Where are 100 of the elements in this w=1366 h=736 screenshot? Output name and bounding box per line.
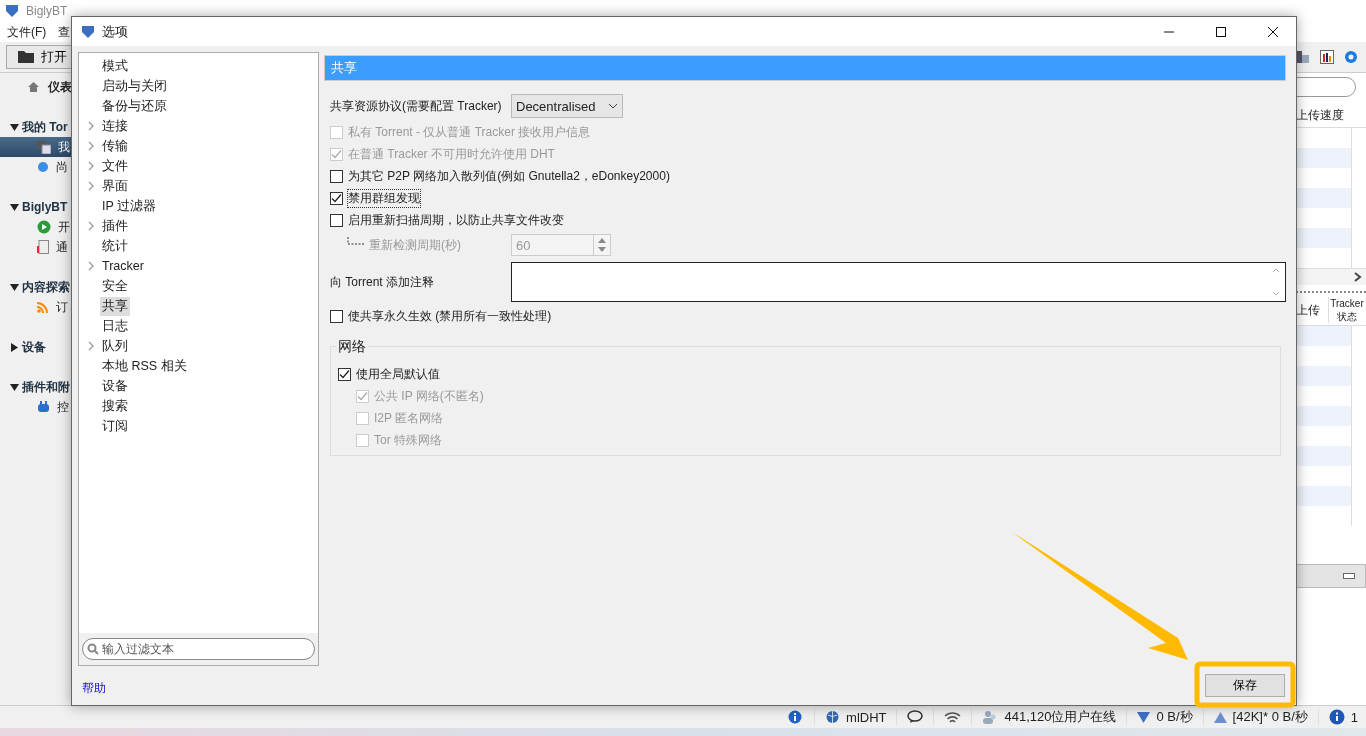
table-row[interactable] <box>1296 228 1352 248</box>
tree-item[interactable]: 传输 <box>100 136 130 156</box>
users-online: 441,120位用户在线 <box>1004 708 1117 726</box>
item-label: 我 <box>58 138 70 156</box>
section-label: BiglyBT <box>22 200 68 214</box>
sidebar-item[interactable]: 订 <box>0 297 72 317</box>
menu-item[interactable]: 文件(F) <box>7 23 47 41</box>
tree-item[interactable]: 搜索 <box>100 396 130 416</box>
checkbox-label[interactable]: 使共享永久生效 (禁用所有一致性处理) <box>347 306 553 326</box>
tree-item[interactable]: 模式 <box>100 56 130 76</box>
protocol-dropdown[interactable]: Decentralised <box>511 94 623 118</box>
help-link[interactable]: 帮助 <box>82 680 319 697</box>
window-title: BiglyBT <box>26 4 68 18</box>
checkbox[interactable] <box>330 213 343 227</box>
field-label: 向 Torrent 添加注释 <box>330 273 435 291</box>
upload-speed: [42K]* 0 B/秒 <box>1232 708 1308 726</box>
column-header[interactable]: Tracker 状态 <box>1328 297 1365 323</box>
chevron-icon[interactable] <box>88 121 94 131</box>
minimize-button[interactable] <box>1343 573 1355 579</box>
gear-icon[interactable] <box>1344 50 1358 64</box>
item-label: 尚 <box>56 158 68 176</box>
wifi-icon <box>944 710 962 724</box>
sidebar-section[interactable]: 插件和附 <box>0 377 72 397</box>
menu-item[interactable]: 查 <box>58 23 71 41</box>
upload-arrow-icon <box>1213 711 1227 723</box>
tree-item[interactable]: 本地 RSS 相关 <box>100 356 189 376</box>
table-row[interactable] <box>1296 366 1352 386</box>
checkbox-label[interactable]: 使用全局默认值 <box>355 364 441 384</box>
sidebar-item[interactable]: 控 <box>0 397 72 417</box>
search-field[interactable] <box>1296 77 1356 97</box>
chart-icon[interactable] <box>1320 50 1334 64</box>
sidebar-item[interactable]: 通 <box>0 237 72 257</box>
sidebar-section[interactable]: BiglyBT <box>0 197 72 217</box>
up-arrow-icon[interactable] <box>598 238 606 243</box>
tree-item[interactable]: 连接 <box>100 116 130 136</box>
tree-item[interactable]: 插件 <box>100 216 130 236</box>
sidebar-item[interactable]: 开 <box>0 217 72 237</box>
table-row[interactable] <box>1296 326 1352 346</box>
table-row[interactable] <box>1296 406 1352 426</box>
checkbox-label[interactable]: 禁用群组发现 <box>347 188 421 208</box>
chevron-icon[interactable] <box>88 261 94 271</box>
comment-field[interactable] <box>511 262 1286 302</box>
chevron-icon[interactable] <box>88 181 94 191</box>
tree-item[interactable]: 日志 <box>100 316 130 336</box>
sidebar-section[interactable]: 内容探索 <box>0 277 72 297</box>
tree-item[interactable]: 设备 <box>100 376 130 396</box>
down-arrow-icon[interactable] <box>598 247 606 252</box>
play-icon <box>37 220 51 234</box>
notice-icon <box>37 240 49 254</box>
tree-item[interactable]: 共享 <box>100 296 130 316</box>
app-logo-icon <box>80 23 96 40</box>
tree-item[interactable]: IP 过滤器 <box>100 196 159 216</box>
sidebar-item[interactable]: 仪表 <box>0 77 72 97</box>
app-logo-icon <box>4 3 20 19</box>
tree-item[interactable]: 订阅 <box>100 416 130 436</box>
scroll-right-icon[interactable] <box>1354 272 1362 282</box>
chevron-icon[interactable] <box>88 341 94 351</box>
sidebar-section[interactable]: 我的 Tor <box>0 117 72 137</box>
dht-status: mlDHT <box>846 709 887 725</box>
checkbox[interactable] <box>338 367 351 381</box>
section-label: 插件和附 <box>22 378 70 396</box>
section-label: 内容探索 <box>22 278 70 296</box>
checkbox-label[interactable]: 为其它 P2P 网络加入散列值(例如 Gnutella2，eDonkey2000) <box>347 166 671 186</box>
info-icon[interactable] <box>1328 709 1345 725</box>
save-button[interactable]: 保存 <box>1205 674 1285 697</box>
checkbox[interactable] <box>330 309 343 323</box>
filter-field[interactable]: 输入过滤文本 <box>82 638 315 660</box>
section-label: 设备 <box>22 338 46 356</box>
item-label: 控 <box>57 398 69 416</box>
close-icon[interactable] <box>1267 25 1279 38</box>
alert-count: 1 <box>1350 709 1358 725</box>
tree-item[interactable]: 界面 <box>100 176 130 196</box>
dialog-title: 选项 <box>102 22 128 41</box>
chevron-icon[interactable] <box>88 161 94 171</box>
checkbox-label[interactable]: 启用重新扫描周期，以防止共享文件改变 <box>347 210 565 230</box>
column-header[interactable]: 上传 <box>1296 301 1328 319</box>
sidebar-item[interactable]: 尚 <box>0 157 72 177</box>
field-label: 重新检测周期(秒) <box>369 236 461 254</box>
tree-item[interactable]: 安全 <box>100 276 130 296</box>
checkbox[interactable] <box>330 169 343 183</box>
sidebar-item[interactable]: 我 <box>0 137 72 157</box>
table-row[interactable] <box>1296 188 1352 208</box>
tree-item[interactable]: 统计 <box>100 236 130 256</box>
tree-item[interactable]: 队列 <box>100 336 130 356</box>
item-label: 开 <box>58 218 70 236</box>
list-icon <box>37 140 51 154</box>
globe-icon <box>825 709 841 725</box>
chevron-icon[interactable] <box>88 141 94 151</box>
chevron-icon[interactable] <box>88 221 94 231</box>
table-row[interactable] <box>1296 148 1352 168</box>
sidebar-section[interactable]: 设备 <box>0 337 72 357</box>
tree-item[interactable]: 启动与关闭 <box>100 76 169 96</box>
checkbox[interactable] <box>330 191 343 205</box>
tree-item[interactable]: Tracker <box>100 258 146 274</box>
maximize-icon[interactable] <box>1215 25 1227 38</box>
table-row[interactable] <box>1296 486 1352 506</box>
tree-item[interactable]: 备份与还原 <box>100 96 169 116</box>
tree-item[interactable]: 文件 <box>100 156 130 176</box>
chat-icon[interactable] <box>907 710 924 724</box>
table-row[interactable] <box>1296 446 1352 466</box>
